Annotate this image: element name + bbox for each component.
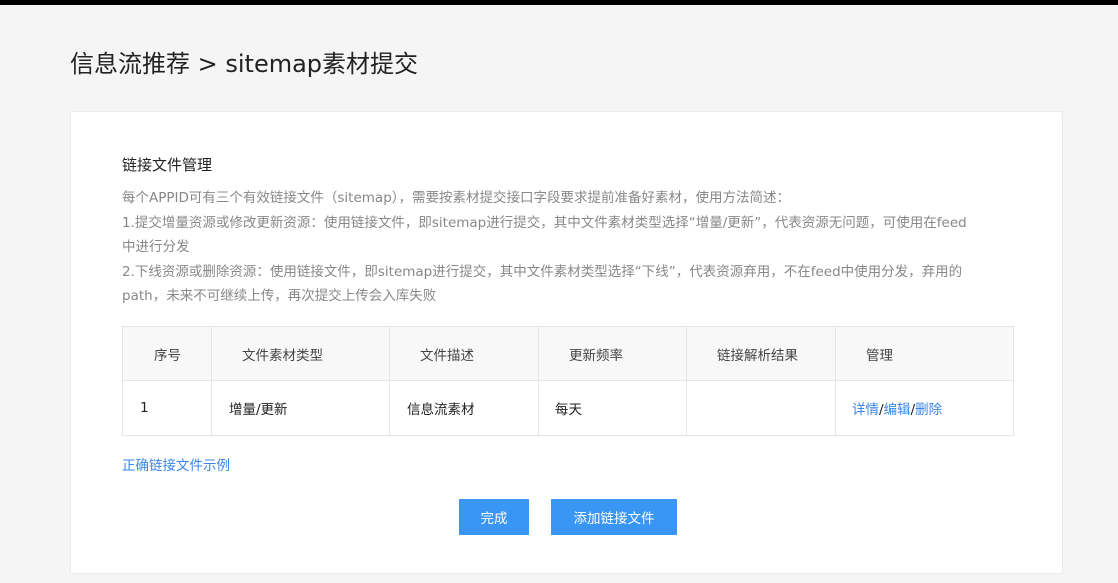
- column-header-frequency: 更新频率: [538, 326, 687, 381]
- table-row: 1 增量/更新 信息流素材 每天 详情/编辑/删除: [122, 380, 1014, 436]
- table-header-row: 序号 文件素材类型 文件描述 更新频率 链接解析结果 管理: [122, 326, 1014, 381]
- done-button[interactable]: 完成: [459, 499, 529, 535]
- column-header-parse-result: 链接解析结果: [686, 326, 836, 381]
- description-line: 1.提交增量资源或修改更新资源：使用链接文件，即sitemap进行提交，其中文件…: [122, 214, 967, 231]
- sitemap-card: 链接文件管理 每个APPID可有三个有效链接文件（sitemap），需要按素材提…: [70, 111, 1063, 574]
- page-title: 信息流推荐 > sitemap素材提交: [70, 50, 419, 78]
- cell-parse-result: [686, 380, 836, 436]
- section-title: 链接文件管理: [122, 156, 213, 174]
- example-file-link[interactable]: 正确链接文件示例: [122, 454, 230, 474]
- delete-link[interactable]: 删除: [915, 402, 942, 418]
- cell-desc: 信息流素材: [389, 380, 539, 436]
- description-line: 每个APPID可有三个有效链接文件（sitemap），需要按素材提交接口字段要求…: [122, 190, 791, 206]
- description-line: 2.下线资源或删除资源：使用链接文件，即sitemap进行提交，其中文件素材类型…: [122, 263, 963, 280]
- cell-manage: 详情/编辑/删除: [835, 380, 1014, 436]
- column-header-index: 序号: [122, 326, 212, 381]
- column-header-manage: 管理: [835, 326, 1014, 381]
- cell-type: 增量/更新: [211, 380, 390, 436]
- link-file-table: 序号 文件素材类型 文件描述 更新频率 链接解析结果 管理 1 增量/更新 信息…: [122, 326, 1014, 436]
- edit-link[interactable]: 编辑: [884, 402, 911, 418]
- top-bar: [0, 0, 1118, 5]
- column-header-desc: 文件描述: [389, 326, 539, 381]
- usage-description: 每个APPID可有三个有效链接文件（sitemap），需要按素材提交接口字段要求…: [122, 186, 1012, 309]
- add-link-file-button[interactable]: 添加链接文件: [551, 499, 677, 535]
- cell-index: 1: [122, 380, 212, 436]
- column-header-type: 文件素材类型: [211, 326, 390, 381]
- detail-link[interactable]: 详情: [852, 402, 879, 418]
- cell-frequency: 每天: [538, 380, 687, 436]
- description-line: 中进行分发: [122, 239, 190, 255]
- description-line: path，未来不可继续上传，再次提交上传会入库失败: [122, 288, 437, 304]
